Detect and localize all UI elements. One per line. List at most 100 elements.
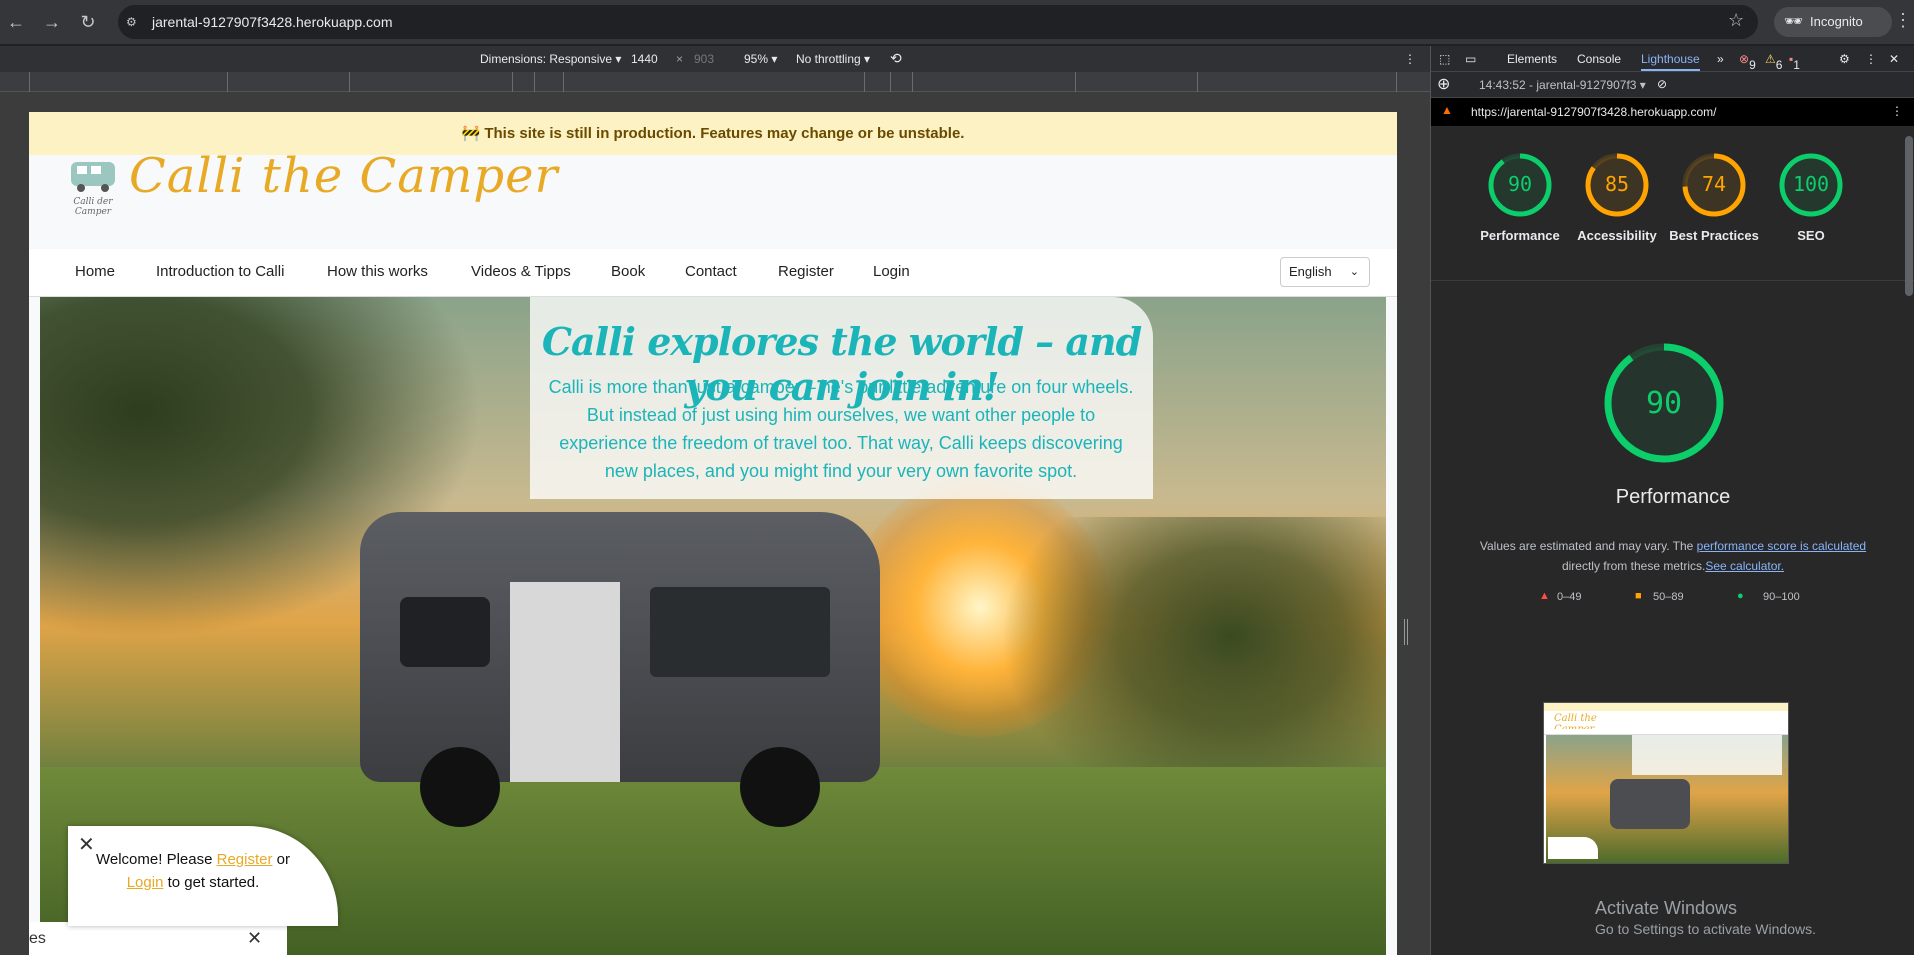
device-toggle-icon[interactable]: ▭ bbox=[1465, 52, 1476, 66]
bookmark-star-icon[interactable]: ☆ bbox=[1728, 10, 1744, 31]
cookie-panel: es ✕ bbox=[29, 922, 287, 955]
accessibility-score: 85 bbox=[1604, 172, 1630, 196]
emulated-viewport: 🚧 This site is still in production. Feat… bbox=[0, 92, 1430, 955]
nav-contact[interactable]: Contact bbox=[685, 263, 737, 280]
final-screenshot-thumbnail[interactable]: Calli the Camper bbox=[1543, 702, 1789, 864]
svg-text:Camper: Camper bbox=[75, 207, 112, 217]
warning-count[interactable]: ⚠ 6 bbox=[1765, 52, 1782, 72]
welcome-register-link[interactable]: Register bbox=[217, 851, 273, 868]
thumb-brand: Calli the Camper bbox=[1554, 713, 1597, 735]
tab-lighthouse[interactable]: Lighthouse bbox=[1641, 52, 1700, 71]
seo-label: SEO bbox=[1797, 228, 1825, 243]
settings-icon[interactable]: ⚙ bbox=[1839, 52, 1850, 66]
language-select[interactable]: English ⌄ bbox=[1280, 257, 1370, 287]
score-calculated-link[interactable]: performance score is calculated bbox=[1697, 539, 1866, 553]
performance-gauge[interactable]: 90 bbox=[1487, 152, 1553, 218]
nav-register[interactable]: Register bbox=[778, 263, 834, 280]
incognito-label: Incognito bbox=[1810, 14, 1863, 29]
pass-circle-icon: ● bbox=[1737, 590, 1744, 602]
nav-book[interactable]: Book bbox=[611, 263, 645, 280]
devtools-close-icon[interactable]: ✕ bbox=[1889, 52, 1899, 66]
new-report-icon[interactable]: ⊕ bbox=[1437, 74, 1450, 94]
hero-text-panel: Calli explores the world – and you can j… bbox=[530, 297, 1153, 499]
best-practices-score: 74 bbox=[1701, 172, 1727, 196]
inspect-icon[interactable]: ⬚ bbox=[1439, 52, 1450, 66]
devtools-panel: ⬚ ▭ Elements Console Lighthouse » ⊗ 9 ⚠ 6 … bbox=[1430, 46, 1914, 955]
legend-fail: 0–49 bbox=[1557, 591, 1582, 603]
device-toolbar: Dimensions: Responsive ▾ 1440 × 903 95% … bbox=[0, 46, 1430, 72]
device-more-icon[interactable]: ⋮ bbox=[1404, 52, 1416, 66]
width-input[interactable]: 1440 bbox=[631, 52, 658, 66]
throttling-dropdown[interactable]: No throttling ▾ bbox=[796, 52, 870, 66]
seo-score: 100 bbox=[1792, 172, 1830, 196]
svg-text:Calli der: Calli der bbox=[73, 197, 113, 207]
dimensions-dropdown[interactable]: Dimensions: Responsive ▾ bbox=[480, 52, 621, 66]
performance-big-score: 90 bbox=[1645, 386, 1683, 421]
dimension-x: × bbox=[676, 52, 684, 66]
incognito-badge[interactable]: 🕶 Incognito bbox=[1774, 7, 1892, 37]
language-value: English bbox=[1289, 264, 1332, 279]
address-bar[interactable]: ⚙ jarental-9127907f3428.herokuapp.com bbox=[118, 5, 1758, 39]
devtools-menu-icon[interactable]: ⋮ bbox=[1865, 52, 1877, 66]
height-input[interactable]: 903 bbox=[694, 52, 714, 66]
reload-icon[interactable]: ↻ bbox=[76, 10, 100, 34]
lighthouse-toolbar: ⊕ 14:43:52 - jarental-9127907f3 ▾ ⊘ bbox=[1431, 72, 1914, 98]
score-summary: 90 Performance 85 Accessibility 74 Best … bbox=[1431, 126, 1914, 281]
activate-windows-subtitle: Go to Settings to activate Windows. bbox=[1595, 921, 1816, 937]
accessibility-label: Accessibility bbox=[1577, 228, 1657, 243]
report-selector[interactable]: 14:43:52 - jarental-9127907f3 ▾ bbox=[1479, 78, 1646, 92]
nav-introduction[interactable]: Introduction to Calli bbox=[156, 263, 284, 280]
van-front-wheel bbox=[740, 747, 820, 827]
main-nav: Home Introduction to Calli How this work… bbox=[29, 249, 1397, 297]
nav-how-this-works[interactable]: How this works bbox=[327, 263, 428, 280]
nav-login[interactable]: Login bbox=[873, 263, 910, 280]
best-practices-label: Best Practices bbox=[1669, 228, 1759, 243]
web-page: 🚧 This site is still in production. Feat… bbox=[29, 112, 1397, 955]
welcome-login-link[interactable]: Login bbox=[127, 874, 164, 891]
seo-gauge[interactable]: 100 bbox=[1778, 152, 1844, 218]
tab-elements[interactable]: Elements bbox=[1507, 52, 1557, 66]
report-menu-icon[interactable]: ⋮ bbox=[1891, 104, 1903, 118]
more-tabs-icon[interactable]: » bbox=[1717, 52, 1724, 66]
hero-body: Calli is more than just a camper – he's … bbox=[548, 377, 1134, 481]
devtools-tabbar: ⬚ ▭ Elements Console Lighthouse » ⊗ 9 ⚠ 6 … bbox=[1431, 46, 1914, 72]
best-practices-gauge[interactable]: 74 bbox=[1681, 152, 1747, 218]
legend-pass: 90–100 bbox=[1763, 591, 1800, 603]
forward-icon[interactable]: → bbox=[40, 10, 64, 34]
nav-home[interactable]: Home bbox=[75, 263, 115, 280]
report-url-bar: ▲ https://jarental-9127907f3428.herokuap… bbox=[1431, 98, 1914, 126]
fail-triangle-icon: ▲ bbox=[1539, 590, 1550, 602]
cookie-text: es bbox=[29, 930, 46, 947]
clear-icon[interactable]: ⊘ bbox=[1657, 77, 1667, 91]
back-icon[interactable]: ← bbox=[4, 10, 28, 34]
url-text: jarental-9127907f3428.herokuapp.com bbox=[152, 14, 393, 30]
activate-windows-title: Activate Windows bbox=[1595, 898, 1738, 918]
van-rear-wheel bbox=[420, 747, 500, 827]
van-open-door bbox=[510, 582, 620, 782]
viewport-resize-handle[interactable] bbox=[1404, 619, 1408, 645]
error-count[interactable]: ⊗ 9 bbox=[1739, 52, 1756, 72]
rotate-icon[interactable]: ⟲ bbox=[890, 50, 902, 67]
media-query-ruler[interactable] bbox=[0, 72, 1430, 92]
van-windshield bbox=[650, 587, 830, 677]
legend-average: 50–89 bbox=[1653, 591, 1684, 603]
camper-logo[interactable]: Calli der Camper bbox=[67, 156, 119, 218]
van-side-window bbox=[400, 597, 490, 667]
nav-videos[interactable]: Videos & Tipps bbox=[471, 263, 571, 280]
report-url[interactable]: https://jarental-9127907f3428.herokuapp.… bbox=[1471, 105, 1717, 119]
accessibility-gauge[interactable]: 85 bbox=[1584, 152, 1650, 218]
site-settings-icon[interactable]: ⚙ bbox=[126, 13, 144, 31]
tab-console[interactable]: Console bbox=[1577, 52, 1621, 66]
zoom-dropdown[interactable]: 95% ▾ bbox=[744, 52, 777, 66]
lighthouse-icon: ▲ bbox=[1441, 103, 1453, 117]
cookie-close-icon[interactable]: ✕ bbox=[247, 928, 262, 949]
see-calculator-link[interactable]: See calculator. bbox=[1705, 559, 1784, 573]
devtools-scrollbar[interactable] bbox=[1905, 136, 1913, 296]
performance-big-label: Performance bbox=[1615, 486, 1731, 508]
welcome-popup: ✕ Welcome! Please Register or Login to ge… bbox=[68, 826, 338, 926]
issue-count[interactable]: ▪ 1 bbox=[1789, 52, 1800, 72]
browser-menu-icon[interactable]: ⋮ bbox=[1894, 10, 1912, 31]
performance-label: Performance bbox=[1480, 228, 1560, 243]
brand-title[interactable]: Calli the Camper bbox=[129, 148, 558, 204]
browser-toolbar: ← → ↻ ⚙ jarental-9127907f3428.herokuapp.… bbox=[0, 0, 1914, 44]
